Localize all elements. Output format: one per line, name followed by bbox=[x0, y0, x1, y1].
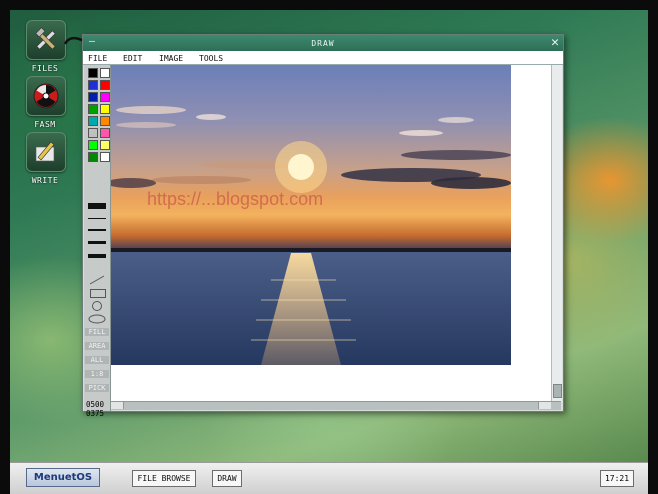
vertical-scrollbar[interactable] bbox=[551, 65, 562, 402]
desktop-icon-label: WRITE bbox=[31, 176, 59, 185]
line-width-tool[interactable] bbox=[88, 254, 106, 258]
draw-window: — DRAW ✕ FILE EDIT IMAGE TOOLS FILL AREA… bbox=[82, 34, 564, 418]
circle-tool-icon[interactable] bbox=[91, 300, 103, 312]
line-width-tool[interactable] bbox=[88, 229, 106, 231]
tools-icon bbox=[26, 20, 66, 60]
zoom-tool[interactable]: 1:8 bbox=[85, 370, 109, 378]
color-swatch[interactable] bbox=[88, 92, 98, 102]
horizontal-scrollbar[interactable] bbox=[111, 401, 561, 410]
color-swatch[interactable] bbox=[100, 80, 110, 90]
color-swatch[interactable] bbox=[100, 128, 110, 138]
scroll-right-button[interactable] bbox=[538, 402, 551, 409]
pick-tool[interactable]: PICK bbox=[85, 384, 109, 392]
menu-image[interactable]: IMAGE bbox=[159, 54, 183, 63]
color-swatch[interactable] bbox=[88, 80, 98, 90]
coord-y: 0375 bbox=[86, 409, 105, 418]
pen-icon bbox=[26, 132, 66, 172]
start-button[interactable]: MenuetOS bbox=[26, 468, 100, 487]
color-swatch[interactable] bbox=[100, 68, 110, 78]
coord-x: 0500 bbox=[86, 400, 105, 409]
window-title: DRAW bbox=[311, 39, 335, 48]
area-tool[interactable]: AREA bbox=[85, 342, 109, 350]
color-swatch[interactable] bbox=[88, 116, 98, 126]
color-swatch[interactable] bbox=[100, 92, 110, 102]
sunset-image: https://...blogspot.com bbox=[111, 65, 511, 365]
line-width-tool[interactable] bbox=[88, 203, 106, 209]
task-file-browse[interactable]: FILE BROWSE bbox=[132, 470, 196, 487]
color-swatch[interactable] bbox=[100, 116, 110, 126]
color-swatch[interactable] bbox=[100, 152, 110, 162]
color-swatch[interactable] bbox=[88, 152, 98, 162]
color-swatch[interactable] bbox=[88, 128, 98, 138]
menu-edit[interactable]: EDIT bbox=[123, 54, 142, 63]
watermark-text: https://...blogspot.com bbox=[147, 189, 323, 209]
desktop-icon-write[interactable]: WRITE bbox=[26, 132, 66, 185]
select-all-tool[interactable]: ALL bbox=[85, 356, 109, 364]
task-draw[interactable]: DRAW bbox=[212, 470, 242, 487]
fill-tool[interactable]: FILL bbox=[85, 328, 109, 336]
scroll-thumb[interactable] bbox=[553, 384, 562, 398]
line-width-tool[interactable] bbox=[88, 241, 106, 244]
desktop-icon-label: FASM bbox=[34, 120, 56, 129]
desktop-icon-label: FILES bbox=[31, 64, 59, 73]
ellipse-tool-icon[interactable] bbox=[88, 314, 106, 324]
window-titlebar[interactable]: — DRAW ✕ bbox=[83, 35, 563, 51]
scroll-left-button[interactable] bbox=[111, 402, 124, 409]
drawing-canvas[interactable]: https://...blogspot.com bbox=[111, 65, 551, 402]
color-swatch[interactable] bbox=[88, 140, 98, 150]
color-swatch[interactable] bbox=[88, 104, 98, 114]
menu-file[interactable]: FILE bbox=[88, 54, 107, 63]
rectangle-tool-icon[interactable] bbox=[90, 289, 106, 298]
desktop-icon-fasm[interactable]: FASM bbox=[26, 76, 66, 129]
desktop-icon-files[interactable]: FILES bbox=[26, 20, 66, 73]
close-icon[interactable]: ✕ bbox=[551, 35, 559, 51]
menu-tools[interactable]: TOOLS bbox=[199, 54, 223, 63]
color-swatch[interactable] bbox=[100, 140, 110, 150]
tool-panel: FILL AREA ALL 1:8 PICK 0500 0375 bbox=[84, 65, 111, 418]
taskbar: MenuetOS FILE BROWSE DRAW 17:21 bbox=[10, 462, 648, 494]
clock: 17:21 bbox=[600, 470, 634, 487]
menu-bar: FILE EDIT IMAGE TOOLS bbox=[83, 51, 563, 65]
color-swatch[interactable] bbox=[88, 68, 98, 78]
radiation-icon bbox=[26, 76, 66, 116]
line-tool-icon[interactable] bbox=[89, 275, 105, 285]
line-width-tool[interactable] bbox=[88, 218, 106, 219]
color-swatch[interactable] bbox=[100, 104, 110, 114]
